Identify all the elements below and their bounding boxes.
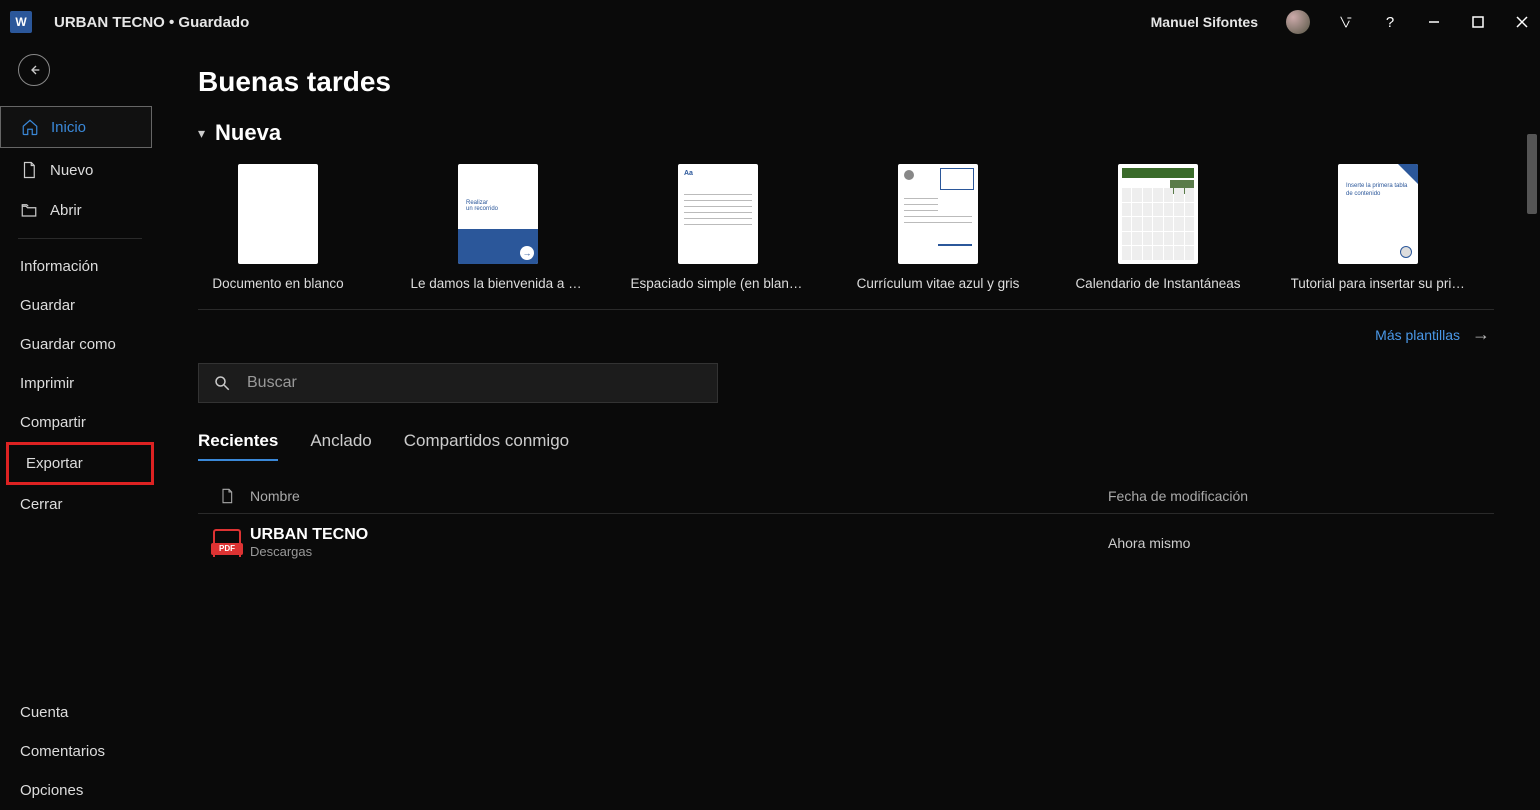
user-avatar-icon[interactable]	[1286, 10, 1310, 34]
template-label: Le damos la bienvenida a W…	[411, 276, 586, 291]
template-blank[interactable]: Documento en blanco	[198, 164, 358, 291]
template-label: Documento en blanco	[191, 276, 366, 291]
sidebar-item-label: Exportar	[26, 455, 83, 472]
divider	[198, 309, 1494, 310]
file-path: Descargas	[250, 544, 1108, 559]
template-calendar[interactable]: Calendario de Instantáneas	[1078, 164, 1238, 291]
nav-divider	[18, 238, 142, 239]
sidebar-item-nuevo[interactable]: Nuevo	[0, 150, 160, 190]
sidebar-item-label: Comentarios	[20, 743, 105, 760]
template-label: Currículum vitae azul y gris	[851, 276, 1026, 291]
scrollbar[interactable]	[1526, 134, 1538, 810]
sidebar-item-inicio[interactable]: Inicio	[0, 106, 152, 148]
template-cv[interactable]: Currículum vitae azul y gris	[858, 164, 1018, 291]
close-icon[interactable]	[1514, 14, 1530, 30]
sidebar-item-abrir[interactable]: Abrir	[0, 190, 160, 230]
template-label: Espaciado simple (en blanco)	[631, 276, 806, 291]
sidebar-item-cerrar[interactable]: Cerrar	[0, 485, 160, 524]
arrow-right-icon[interactable]: →	[1472, 324, 1490, 345]
back-button[interactable]	[18, 54, 50, 86]
file-date: Ahora mismo	[1108, 535, 1488, 551]
sidebar-item-opciones[interactable]: Opciones	[0, 771, 160, 810]
chevron-down-icon: ▾	[198, 125, 205, 142]
sidebar: Inicio Nuevo Abrir Información Guardar G…	[0, 44, 160, 810]
page-greeting: Buenas tardes	[198, 66, 1494, 98]
sidebar-item-label: Abrir	[50, 202, 82, 219]
sidebar-item-guardar-como[interactable]: Guardar como	[0, 325, 160, 364]
titlebar: W URBAN TECNO • Guardado Manuel Sifontes…	[0, 0, 1540, 44]
sidebar-item-guardar[interactable]: Guardar	[0, 286, 160, 325]
accessibility-icon[interactable]	[1338, 14, 1354, 30]
template-toc[interactable]: Inserte la primera tabla de contenido Tu…	[1298, 164, 1458, 291]
maximize-icon[interactable]	[1470, 14, 1486, 30]
tab-recientes[interactable]: Recientes	[198, 431, 278, 461]
sidebar-item-label: Cerrar	[20, 496, 63, 513]
file-new-icon	[20, 161, 38, 179]
scroll-thumb[interactable]	[1527, 134, 1537, 214]
sidebar-item-label: Compartir	[20, 414, 86, 431]
file-name: URBAN TECNO	[250, 526, 1108, 544]
template-thumb-icon: Inserte la primera tabla de contenido	[1338, 164, 1418, 264]
more-templates-link[interactable]: Más plantillas	[1375, 327, 1460, 343]
folder-open-icon	[20, 201, 38, 219]
col-date[interactable]: Fecha de modificación	[1108, 488, 1488, 504]
template-thumb-icon	[238, 164, 318, 264]
sidebar-item-label: Nuevo	[50, 162, 93, 179]
sidebar-item-compartir[interactable]: Compartir	[0, 403, 160, 442]
sidebar-item-label: Guardar como	[20, 336, 116, 353]
word-app-icon: W	[10, 11, 32, 33]
template-thumb-icon: Aa	[678, 164, 758, 264]
home-icon	[21, 118, 39, 136]
template-label: Tutorial para insertar su prim…	[1291, 276, 1466, 291]
file-generic-icon	[204, 487, 250, 505]
sidebar-item-label: Opciones	[20, 782, 83, 799]
sidebar-item-label: Imprimir	[20, 375, 74, 392]
sidebar-item-exportar[interactable]: Exportar	[6, 442, 154, 485]
template-label: Calendario de Instantáneas	[1071, 276, 1246, 291]
sidebar-item-label: Guardar	[20, 297, 75, 314]
sidebar-item-cuenta[interactable]: Cuenta	[0, 693, 160, 732]
section-title: Nueva	[215, 120, 281, 146]
user-name[interactable]: Manuel Sifontes	[1151, 14, 1258, 30]
minimize-icon[interactable]	[1426, 14, 1442, 30]
sidebar-item-label: Inicio	[51, 119, 86, 136]
template-welcome[interactable]: Realizarun recorrido→ Le damos la bienve…	[418, 164, 578, 291]
section-new-toggle[interactable]: ▾ Nueva	[198, 120, 1494, 146]
tab-anclado[interactable]: Anclado	[310, 431, 371, 461]
col-name[interactable]: Nombre	[250, 488, 1108, 504]
search-input[interactable]	[247, 374, 703, 392]
sidebar-item-imprimir[interactable]: Imprimir	[0, 364, 160, 403]
sidebar-item-informacion[interactable]: Información	[0, 247, 160, 286]
template-single-space[interactable]: Aa Espaciado simple (en blanco)	[638, 164, 798, 291]
document-title: URBAN TECNO • Guardado	[54, 14, 249, 31]
recent-tabs: Recientes Anclado Compartidos conmigo	[198, 431, 1494, 461]
content-area: Buenas tardes ▾ Nueva Documento en blanc…	[160, 44, 1540, 810]
search-box[interactable]	[198, 363, 718, 403]
template-thumb-icon	[1118, 164, 1198, 264]
sidebar-item-comentarios[interactable]: Comentarios	[0, 732, 160, 771]
file-row[interactable]: PDF URBAN TECNO Descargas Ahora mismo	[198, 514, 1494, 571]
sidebar-item-label: Información	[20, 258, 98, 275]
tab-compartidos[interactable]: Compartidos conmigo	[404, 431, 569, 461]
templates-row: Documento en blanco Realizarun recorrido…	[198, 164, 1494, 291]
pdf-icon: PDF	[213, 529, 241, 557]
template-thumb-icon: Realizarun recorrido→	[458, 164, 538, 264]
search-icon	[213, 374, 231, 392]
help-icon[interactable]: ?	[1382, 14, 1398, 30]
sidebar-item-label: Cuenta	[20, 704, 68, 721]
table-header: Nombre Fecha de modificación	[198, 479, 1494, 514]
template-thumb-icon	[898, 164, 978, 264]
